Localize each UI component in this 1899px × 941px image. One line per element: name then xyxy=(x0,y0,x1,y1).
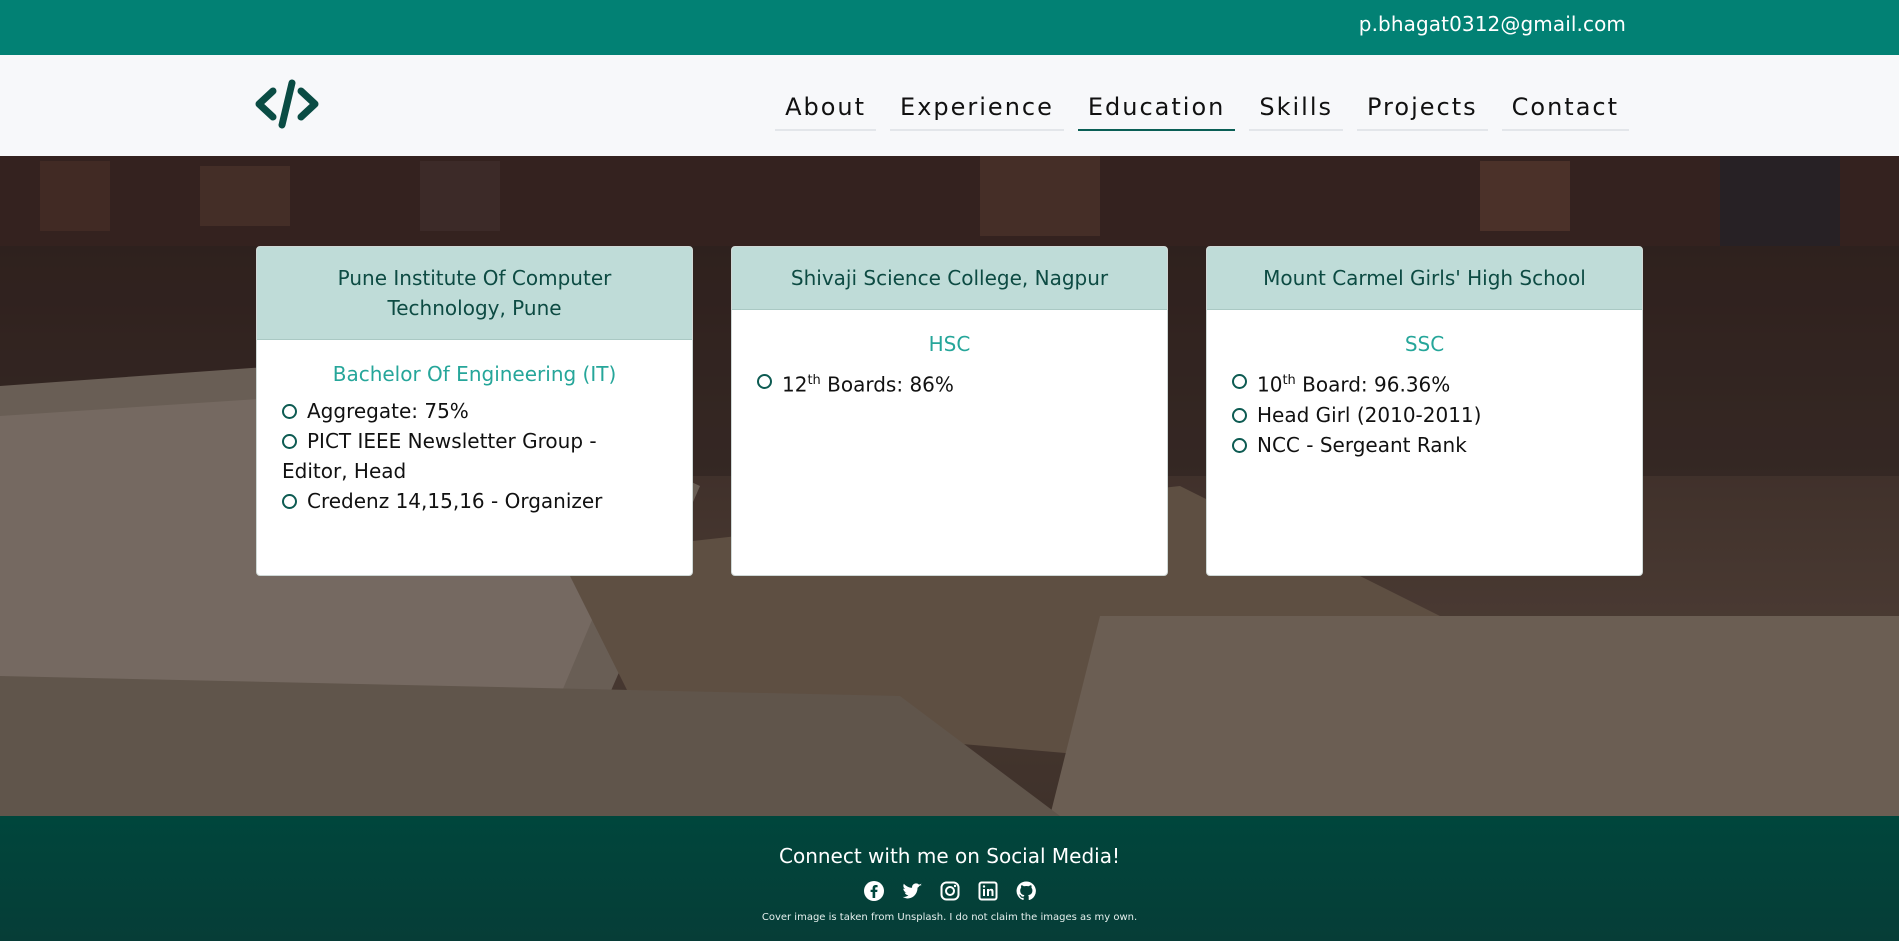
footer-note: Cover image is taken from Unsplash. I do… xyxy=(761,912,1138,923)
circle-bullet-icon xyxy=(1232,437,1247,453)
card-institution: Shivaji Science College, Nagpur xyxy=(732,247,1167,310)
card-details: 12th Boards: 86% xyxy=(732,356,1167,400)
nav-education[interactable]: Education xyxy=(1077,83,1236,131)
card-degree: HSC xyxy=(928,332,971,356)
facebook-icon[interactable] xyxy=(863,880,885,902)
top-bar: p.bhagat0312@gmail.com xyxy=(0,0,1899,55)
card-details: 10th Board: 96.36% Head Girl (2010-2011)… xyxy=(1207,356,1642,460)
nav-projects[interactable]: Projects xyxy=(1357,83,1488,131)
card-institution: Mount Carmel Girls' High School xyxy=(1207,247,1642,310)
twitter-icon[interactable] xyxy=(901,880,923,902)
list-item: Aggregate: 75% xyxy=(282,396,667,426)
list-item: Head Girl (2010-2011) xyxy=(1232,400,1617,430)
education-card-mount-carmel: Mount Carmel Girls' High School SSC 10th… xyxy=(1206,246,1643,576)
navbar: About Experience Education Skills Projec… xyxy=(0,55,1899,156)
linkedin-icon[interactable] xyxy=(977,880,999,902)
circle-bullet-icon xyxy=(1232,407,1247,423)
card-institution: Pune Institute Of Computer Technology, P… xyxy=(257,247,692,340)
circle-bullet-icon xyxy=(282,404,297,419)
nav-skills[interactable]: Skills xyxy=(1249,83,1343,131)
email-link[interactable]: p.bhagat0312@gmail.com xyxy=(1359,12,1626,36)
main-nav: About Experience Education Skills Projec… xyxy=(761,83,1629,131)
instagram-icon[interactable] xyxy=(939,880,961,902)
circle-bullet-icon xyxy=(757,374,772,389)
github-icon[interactable] xyxy=(1015,880,1037,902)
nav-contact[interactable]: Contact xyxy=(1501,83,1629,131)
education-card-shivaji: Shivaji Science College, Nagpur HSC 12th… xyxy=(731,246,1168,576)
card-degree: SSC xyxy=(1404,332,1445,356)
code-logo-icon[interactable] xyxy=(255,79,319,129)
list-item: 12th Boards: 86% xyxy=(757,366,1142,400)
card-details: Aggregate: 75% PICT IEEE Newsletter Grou… xyxy=(257,386,692,516)
nav-experience[interactable]: Experience xyxy=(890,83,1064,131)
circle-bullet-icon xyxy=(282,494,297,509)
card-degree: Bachelor Of Engineering (IT) xyxy=(332,362,617,386)
footer-title: Connect with me on Social Media! xyxy=(779,844,1120,868)
education-section: Pune Institute Of Computer Technology, P… xyxy=(0,156,1899,816)
list-item: 10th Board: 96.36% xyxy=(1232,366,1617,400)
list-item: Credenz 14,15,16 - Organizer xyxy=(282,486,667,516)
circle-bullet-icon xyxy=(1232,374,1247,389)
circle-bullet-icon xyxy=(282,434,297,449)
footer: Connect with me on Social Media! Cover i… xyxy=(0,816,1899,941)
list-item: NCC - Sergeant Rank xyxy=(1232,430,1617,460)
social-icons xyxy=(0,880,1899,902)
nav-about[interactable]: About xyxy=(775,83,877,131)
education-card-pict: Pune Institute Of Computer Technology, P… xyxy=(256,246,693,576)
list-item: PICT IEEE Newsletter Group - Editor, Hea… xyxy=(282,429,597,483)
